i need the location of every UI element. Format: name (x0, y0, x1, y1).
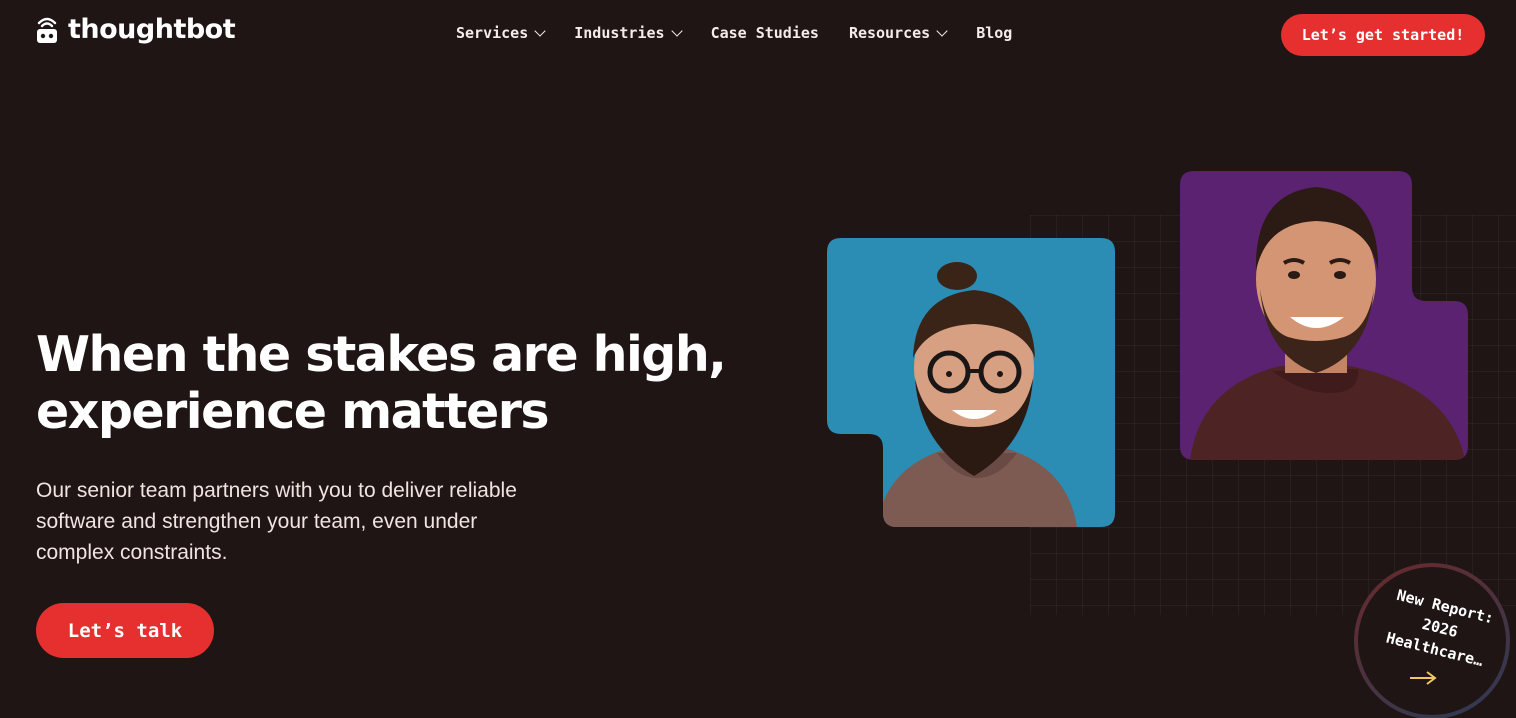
hero-subtitle: Our senior team partners with you to del… (36, 479, 517, 564)
new-report-badge[interactable]: New Report: 2026 Healthcare… (1354, 563, 1510, 718)
nav-item-services[interactable]: Services (456, 24, 546, 42)
hero-title-line-2: experience matters (36, 383, 550, 440)
nav-label: Case Studies (710, 24, 819, 42)
chevron-down-icon (936, 25, 948, 37)
chevron-down-icon (670, 25, 683, 37)
robot-wifi-icon (37, 17, 57, 43)
site-header: thoughtbot Services Industries Case Stud… (0, 0, 1516, 70)
nav-item-resources[interactable]: Resources (848, 24, 948, 42)
get-started-button[interactable]: Let’s get started! (1281, 14, 1485, 56)
nav-label: Blog (976, 24, 1013, 42)
nav-item-industries[interactable]: Industries (574, 24, 683, 42)
nav-label: Industries (574, 24, 665, 42)
arrow-right-icon (1410, 671, 1437, 685)
team-member-photo-2 (1180, 171, 1468, 460)
logo-text: thoughtbot (68, 14, 236, 45)
hero-title-line-1: When the stakes are high, (36, 326, 727, 383)
main-nav: Services Industries Case Studies Resourc… (456, 24, 1012, 42)
nav-item-case-studies[interactable]: Case Studies (711, 24, 819, 42)
lets-talk-button[interactable]: Let’s talk (36, 603, 214, 658)
nav-label: Services (456, 24, 529, 42)
badge-text: New Report: 2026 Healthcare… (1374, 581, 1506, 674)
chevron-down-icon (534, 25, 546, 37)
nav-item-blog[interactable]: Blog (976, 24, 1012, 42)
team-member-photo-1 (827, 238, 1115, 527)
nav-label: Resources (848, 24, 931, 42)
hero-title: When the stakes are high, experience mat… (36, 326, 736, 440)
logo[interactable]: thoughtbot (36, 14, 236, 45)
